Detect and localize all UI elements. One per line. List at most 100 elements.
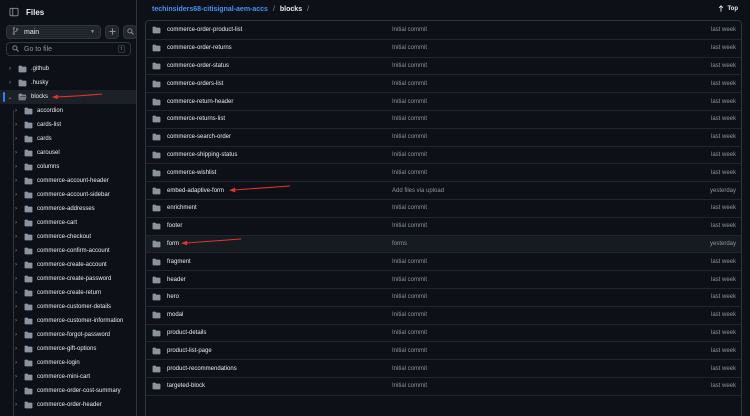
commit-message-link[interactable]: Initial commit: [392, 330, 427, 336]
tree-item[interactable]: › commerce-order-header: [0, 398, 136, 412]
file-row[interactable]: form forms yesterday: [146, 235, 741, 254]
commit-message-link[interactable]: forms: [392, 241, 407, 247]
file-row[interactable]: product-details Initial commit last week: [146, 325, 741, 343]
chevron-right-icon[interactable]: ›: [12, 192, 20, 198]
commit-message-link[interactable]: Initial commit: [392, 259, 427, 265]
commit-message-link[interactable]: Initial commit: [392, 27, 427, 33]
commit-message-link[interactable]: Initial commit: [392, 134, 427, 140]
file-name-link[interactable]: commerce-returns-list: [167, 116, 395, 122]
commit-message-link[interactable]: Initial commit: [392, 205, 427, 211]
tree-item[interactable]: › commerce-checkout: [0, 230, 136, 244]
tree-item[interactable]: › commerce-customer-information: [0, 314, 136, 328]
chevron-right-icon[interactable]: ›: [12, 290, 20, 296]
file-row[interactable]: commerce-shipping-status Initial commit la…: [146, 147, 741, 165]
file-name-link[interactable]: product-recommendations: [167, 366, 395, 372]
tree-item[interactable]: › carousel: [0, 146, 136, 160]
tree-item[interactable]: › commerce-customer-details: [0, 300, 136, 314]
file-name-link[interactable]: commerce-shipping-status: [167, 152, 395, 158]
go-to-file-input[interactable]: Go to file t: [6, 42, 131, 56]
chevron-down-icon[interactable]: ⌄: [6, 94, 14, 101]
file-row[interactable]: product-list-page Initial commit last week: [146, 342, 741, 361]
file-row[interactable]: commerce-order-returns Initial commit last…: [146, 40, 741, 58]
side-panel-icon[interactable]: [9, 7, 19, 17]
tree-item[interactable]: › commerce-create-account: [0, 258, 136, 272]
tree-item[interactable]: › columns: [0, 160, 136, 174]
tree-item[interactable]: › .husky: [0, 76, 136, 90]
tree-item[interactable]: › cards-list: [0, 118, 136, 132]
tree-item[interactable]: › commerce-account-sidebar: [0, 188, 136, 202]
tree-item[interactable]: › commerce-create-password: [0, 272, 136, 286]
commit-message-link[interactable]: Initial commit: [392, 223, 427, 229]
file-name-link[interactable]: embed-adaptive-form: [167, 188, 395, 194]
file-name-link[interactable]: footer: [167, 223, 395, 229]
file-row[interactable]: commerce-orders-list Initial commit last w…: [146, 75, 741, 94]
tree-item[interactable]: › commerce-account-header: [0, 174, 136, 188]
file-row[interactable]: embed-adaptive-form Add files via upload y…: [146, 182, 741, 200]
tree-item[interactable]: › commerce-cart: [0, 216, 136, 230]
file-row[interactable]: modal Initial commit last week: [146, 307, 741, 325]
commit-message-link[interactable]: Initial commit: [392, 81, 427, 87]
commit-message-link[interactable]: Initial commit: [392, 294, 427, 300]
search-button[interactable]: [123, 25, 136, 39]
file-row[interactable]: commerce-search-order Initial commit last …: [146, 129, 741, 147]
file-row[interactable]: product-recommendations Initial commit las…: [146, 360, 741, 378]
add-file-button[interactable]: [105, 25, 119, 39]
chevron-right-icon[interactable]: ›: [12, 346, 20, 352]
chevron-right-icon[interactable]: ›: [6, 80, 14, 86]
commit-message-link[interactable]: Add files via upload: [392, 188, 444, 194]
file-row[interactable]: fragment Initial commit last week: [146, 253, 741, 272]
file-name-link[interactable]: commerce-orders-list: [167, 81, 395, 87]
commit-message-link[interactable]: Initial commit: [392, 116, 427, 122]
file-row[interactable]: footer Initial commit last week: [146, 218, 741, 236]
tree-item[interactable]: › commerce-create-return: [0, 286, 136, 300]
tree-item[interactable]: › commerce-addresses: [0, 202, 136, 216]
chevron-right-icon[interactable]: ›: [12, 248, 20, 254]
chevron-right-icon[interactable]: ›: [12, 108, 20, 114]
tree-item[interactable]: › accordion: [0, 104, 136, 118]
file-row[interactable]: hero Initial commit last week: [146, 289, 741, 307]
back-to-top-button[interactable]: Top: [718, 3, 738, 15]
chevron-right-icon[interactable]: ›: [6, 66, 14, 72]
commit-message-link[interactable]: Initial commit: [392, 170, 427, 176]
file-row[interactable]: commerce-order-product-list Initial commi…: [146, 22, 741, 40]
chevron-right-icon[interactable]: ›: [12, 402, 20, 408]
chevron-right-icon[interactable]: ›: [12, 206, 20, 212]
chevron-right-icon[interactable]: ›: [12, 304, 20, 310]
file-name-link[interactable]: commerce-order-status: [167, 63, 395, 69]
commit-message-link[interactable]: Initial commit: [392, 348, 427, 354]
file-row[interactable]: commerce-wishlist Initial commit last week: [146, 164, 741, 183]
chevron-right-icon[interactable]: ›: [12, 150, 20, 156]
file-row[interactable]: commerce-order-status Initial commit last …: [146, 58, 741, 76]
tree-item[interactable]: › cards: [0, 132, 136, 146]
commit-message-link[interactable]: Initial commit: [392, 312, 427, 318]
file-name-link[interactable]: header: [167, 277, 395, 283]
tree-item[interactable]: › commerce-confirm-account: [0, 244, 136, 258]
file-name-link[interactable]: product-details: [167, 330, 395, 336]
chevron-right-icon[interactable]: ›: [12, 234, 20, 240]
chevron-right-icon[interactable]: ›: [12, 374, 20, 380]
commit-message-link[interactable]: Initial commit: [392, 152, 427, 158]
chevron-right-icon[interactable]: ›: [12, 276, 20, 282]
chevron-right-icon[interactable]: ›: [12, 262, 20, 268]
breadcrumb-repo-link[interactable]: techinsiders68-citisignal-aem-accs: [152, 6, 268, 13]
commit-message-link[interactable]: Initial commit: [392, 277, 427, 283]
file-row[interactable]: header Initial commit last week: [146, 271, 741, 289]
commit-message-link[interactable]: Initial commit: [392, 383, 427, 389]
file-row[interactable]: targeted-block Initial commit last week: [146, 378, 741, 396]
tree-item[interactable]: › .github: [0, 62, 136, 76]
file-name-link[interactable]: commerce-wishlist: [167, 170, 395, 176]
file-name-link[interactable]: form: [167, 241, 395, 247]
tree-item[interactable]: › commerce-forgot-password: [0, 328, 136, 342]
file-name-link[interactable]: commerce-return-header: [167, 99, 395, 105]
tree-item[interactable]: ⌄ blocks: [0, 90, 136, 104]
file-name-link[interactable]: commerce-search-order: [167, 134, 395, 140]
tree-item[interactable]: › commerce-order-cost-summary: [0, 384, 136, 398]
file-name-link[interactable]: commerce-order-returns: [167, 45, 395, 51]
file-name-link[interactable]: enrichment: [167, 205, 395, 211]
file-row[interactable]: enrichment Initial commit last week: [146, 200, 741, 218]
file-name-link[interactable]: targeted-block: [167, 383, 395, 389]
chevron-right-icon[interactable]: ›: [12, 318, 20, 324]
file-name-link[interactable]: fragment: [167, 259, 395, 265]
chevron-right-icon[interactable]: ›: [12, 178, 20, 184]
chevron-right-icon[interactable]: ›: [12, 388, 20, 394]
